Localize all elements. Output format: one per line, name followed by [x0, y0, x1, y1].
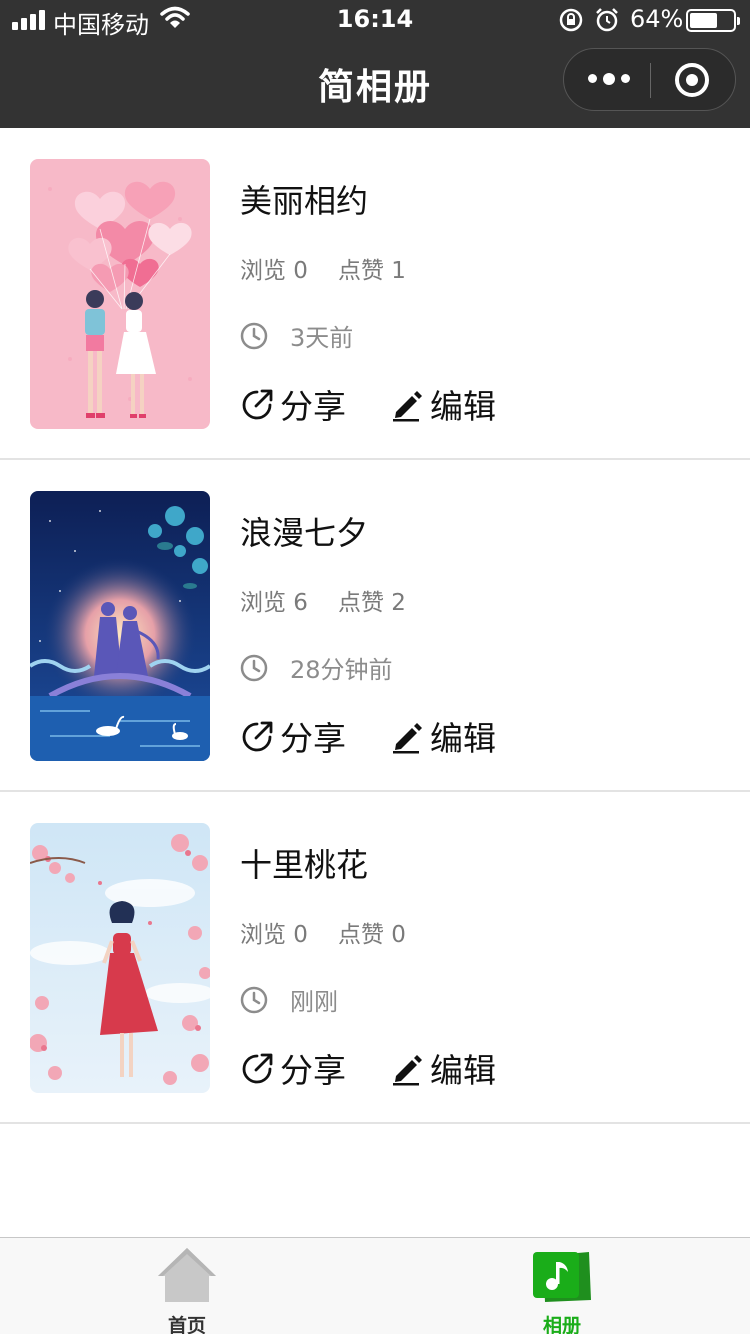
album-list: 美丽相约 浏览 0 点赞 1 3天前 分享 编辑 浪漫七夕 浏览 6 点赞 2 …: [0, 128, 750, 1124]
like-count: 点赞 0: [337, 922, 406, 948]
album-cover[interactable]: [30, 491, 210, 761]
view-count: 浏览 6: [240, 590, 308, 616]
share-label: 分享: [280, 1051, 346, 1090]
album-actions: 分享 编辑: [240, 380, 496, 428]
tab-label: 相册: [542, 1315, 581, 1334]
status-bar: 中国移动 16:14 64%: [0, 0, 750, 40]
like-count: 点赞 2: [337, 590, 406, 616]
view-count: 浏览 0: [240, 922, 308, 948]
top-header: 中国移动 16:14 64% 简相册: [0, 0, 750, 128]
orientation-lock-icon: [559, 8, 583, 32]
album-actions: 分享 编辑: [240, 712, 496, 760]
miniprogram-capsule: [563, 48, 736, 111]
bottom-tab-bar: 首页 相册: [0, 1237, 750, 1334]
share-button[interactable]: 分享: [240, 1044, 346, 1092]
tab-album[interactable]: 相册: [502, 1246, 622, 1334]
pencil-icon: [393, 391, 422, 422]
album-item[interactable]: 十里桃花 浏览 0 点赞 0 刚刚 分享 编辑: [0, 792, 750, 1124]
album-time: 3天前: [240, 318, 353, 353]
more-menu-button[interactable]: [588, 72, 630, 85]
battery-percent: 64%: [630, 5, 684, 33]
album-actions: 分享 编辑: [240, 1044, 496, 1092]
share-icon: [242, 721, 273, 752]
share-button[interactable]: 分享: [240, 380, 346, 428]
album-stats: 浏览 0 点赞 1: [240, 251, 406, 285]
tab-label: 首页: [167, 1315, 206, 1334]
capsule-divider: [650, 63, 651, 98]
album-item[interactable]: 美丽相约 浏览 0 点赞 1 3天前 分享 编辑: [0, 128, 750, 460]
edit-button[interactable]: 编辑: [390, 380, 496, 428]
share-button[interactable]: 分享: [240, 712, 346, 760]
album-title: 浪漫七夕: [240, 514, 369, 552]
app-page: 中国移动 16:14 64% 简相册 美丽相约 浏览 0 点赞 1 3天前 分享…: [0, 0, 750, 1334]
battery-icon: [686, 9, 740, 32]
like-count: 点赞 1: [337, 258, 406, 284]
album-cover[interactable]: [30, 823, 210, 1093]
alarm-icon: [596, 8, 618, 32]
view-count: 浏览 0: [240, 258, 308, 284]
clock-icon: [240, 986, 268, 1013]
album-stats: 浏览 0 点赞 0: [240, 915, 406, 949]
time-label: 刚刚: [290, 988, 338, 1016]
share-icon: [242, 389, 273, 420]
tab-home[interactable]: 首页: [127, 1246, 247, 1334]
edit-button[interactable]: 编辑: [390, 1044, 496, 1092]
album-stats: 浏览 6 点赞 2: [240, 583, 406, 617]
home-icon: [158, 1248, 216, 1302]
clock-icon: [240, 654, 268, 681]
share-icon: [242, 1053, 273, 1084]
close-miniprogram-button[interactable]: [675, 63, 709, 97]
share-label: 分享: [280, 387, 346, 426]
edit-label: 编辑: [430, 719, 496, 758]
pencil-icon: [393, 1055, 422, 1086]
time-label: 28分钟前: [290, 656, 393, 684]
edit-label: 编辑: [430, 387, 496, 426]
album-title: 十里桃花: [240, 846, 369, 884]
music-album-icon: [533, 1252, 591, 1302]
album-title: 美丽相约: [240, 182, 369, 220]
album-cover[interactable]: [30, 159, 210, 429]
album-time: 刚刚: [240, 982, 338, 1017]
album-item[interactable]: 浪漫七夕 浏览 6 点赞 2 28分钟前 分享 编辑: [0, 460, 750, 792]
clock-icon: [240, 322, 268, 349]
share-label: 分享: [280, 719, 346, 758]
time-label: 3天前: [290, 324, 354, 352]
pencil-icon: [393, 723, 422, 754]
edit-button[interactable]: 编辑: [390, 712, 496, 760]
edit-label: 编辑: [430, 1051, 496, 1090]
album-time: 28分钟前: [240, 650, 393, 685]
